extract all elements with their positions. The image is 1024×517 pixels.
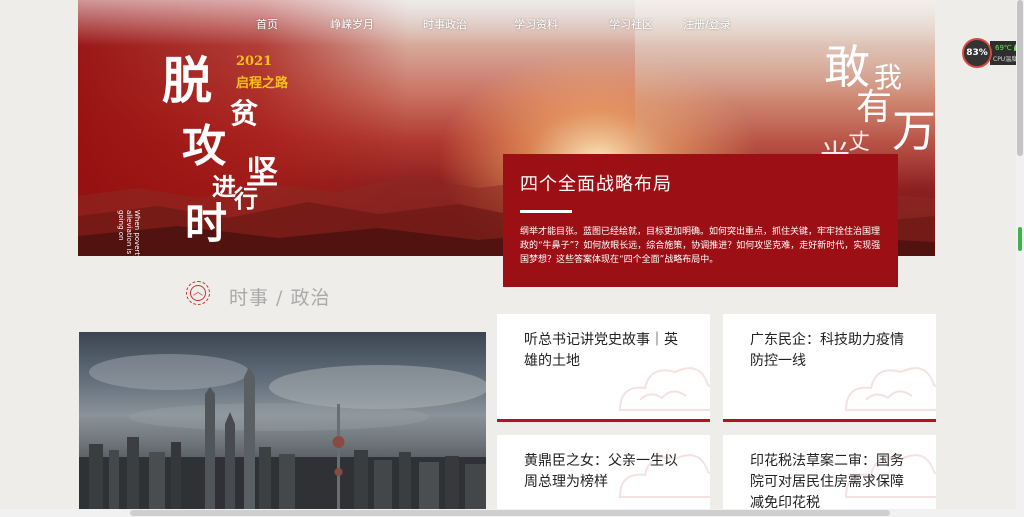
card-underline — [497, 419, 710, 422]
calligraphy-char: 脱 — [162, 51, 212, 110]
cpu-temp-label: CPU温度 — [993, 56, 1018, 63]
horizontal-scrollbar[interactable] — [0, 509, 1016, 517]
cpu-usage-gauge: 83% — [962, 38, 992, 68]
feature-title: 四个全面战略布局 — [520, 174, 672, 195]
news-title: 黄鼎臣之女：父亲一生以周总理为榜样 — [524, 453, 678, 490]
calligraphy-char: 攻 — [182, 121, 226, 172]
nav-current-affairs[interactable]: 时事政治 — [423, 16, 467, 32]
news-card[interactable]: 黄鼎臣之女：父亲一生以周总理为榜样 — [497, 435, 710, 509]
news-title: 听总书记讲党史故事｜英雄的土地 — [524, 332, 678, 369]
calligraphy-char: 进 — [212, 172, 236, 201]
section-icon[interactable]: ︿ — [186, 281, 210, 305]
hero-right-char: 有 — [856, 87, 893, 128]
section-title: 时事 / 政治 — [229, 287, 331, 309]
news-title: 广东民企：科技助力疫情防控一线 — [750, 332, 904, 369]
hero-right-char: 丈 — [848, 130, 871, 155]
hero-year: 2021 — [236, 54, 273, 69]
cpu-temperature: 69℃ — [995, 44, 1012, 52]
hero-right-char: 敢 — [824, 40, 870, 94]
city-skyline-image[interactable] — [79, 332, 486, 517]
card-underline — [723, 419, 936, 422]
news-card[interactable]: 广东民企：科技助力疫情防控一线 — [723, 314, 936, 422]
calligraphy-char: 时 — [185, 199, 228, 248]
nav-community[interactable]: 学习社区 — [609, 16, 653, 32]
calligraphy-char: 行 — [234, 184, 258, 213]
horizontal-scrollbar-thumb[interactable] — [130, 510, 890, 516]
calligraphy-char: 贫 — [230, 97, 259, 130]
cpu-monitor-widget[interactable]: 69℃ CPU温度 83% — [962, 38, 1024, 68]
chevron-up-icon: ︿ — [190, 285, 206, 301]
news-card[interactable]: 听总书记讲党史故事｜英雄的土地 — [497, 314, 710, 422]
feature-body: 纲举才能目张。蓝图已经绘就，目标更加明确。如何突出重点，抓住关键，牢牢拴住治国理… — [520, 227, 881, 265]
hero-right-char: 万 — [892, 106, 935, 157]
nav-register-login[interactable]: 注册/登录 — [683, 16, 731, 32]
news-title: 印花税法草案二审：国务院可对居民住房需求保障减免印花税 — [750, 453, 904, 509]
skyline-drawing — [79, 354, 486, 517]
scroll-marker — [1018, 227, 1022, 251]
nav-home[interactable]: 首页 — [256, 16, 278, 32]
hero-english-line: alleviation is — [124, 210, 133, 255]
nav-study-materials[interactable]: 学习资料 — [514, 16, 558, 32]
feature-card[interactable]: 四个全面战略布局 纲举才能目张。蓝图已经绘就，目标更加明确。如何突出重点，抓住关… — [503, 154, 898, 287]
vertical-scrollbar[interactable] — [1016, 0, 1024, 517]
nav-history[interactable]: 峥嵘岁月 — [330, 16, 374, 32]
hero-english-line: going on — [116, 210, 125, 241]
scrollbar-thumb[interactable] — [1017, 0, 1023, 156]
hero-subtitle: 启程之路 — [236, 76, 289, 91]
feature-divider — [520, 210, 572, 213]
news-card[interactable]: 印花税法草案二审：国务院可对居民住房需求保障减免印花税 — [723, 435, 936, 509]
top-nav: 首页 峥嵘岁月 时事政治 学习资料 学习社区 注册/登录 — [78, 0, 935, 46]
hero-english-caption: When poverty alleviation is going on — [117, 210, 141, 256]
hero-english-line: When poverty — [133, 210, 141, 256]
